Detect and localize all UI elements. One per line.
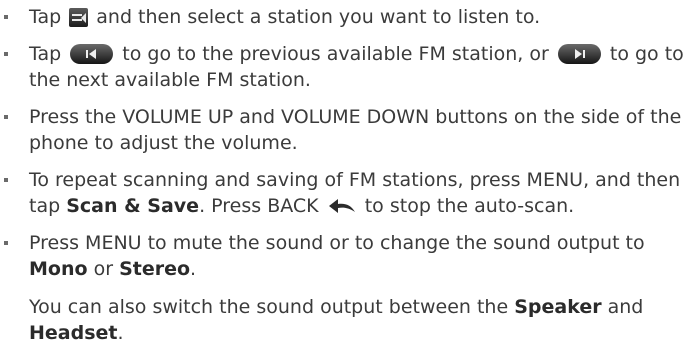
step-text-end: to stop the auto-scan. xyxy=(364,195,575,217)
step-text: Tap to go to the previous available FM s… xyxy=(29,41,690,93)
step-text-end: and then select a station you want to li… xyxy=(96,6,541,28)
bullet xyxy=(4,15,8,19)
extra-text-start: You can also switch the sound output bet… xyxy=(29,296,509,318)
step-text-or: or xyxy=(93,258,114,280)
list-item-sound-output: Press MENU to mute the sound or to chang… xyxy=(0,230,690,346)
list-item-scan-save: To repeat scanning and saving of FM stat… xyxy=(0,167,690,219)
back-arrow-icon xyxy=(327,196,357,216)
step-text-middle: to go to the previous available FM stati… xyxy=(122,43,549,65)
menu-button-icon xyxy=(69,8,89,27)
previous-station-icon xyxy=(70,44,114,64)
step-text: Press the VOLUME UP and VOLUME DOWN butt… xyxy=(29,106,682,154)
bullet xyxy=(4,178,8,182)
step-text-start: Tap xyxy=(29,43,62,65)
step-text-start: Tap xyxy=(29,6,62,28)
scan-save-term: Scan & Save xyxy=(66,195,200,217)
instruction-list: Tap and then select a station you want t… xyxy=(0,4,690,357)
speaker-term: Speaker xyxy=(514,296,602,318)
list-item-volume: Press the VOLUME UP and VOLUME DOWN butt… xyxy=(0,104,690,156)
step-text: Press MENU to mute the sound or to chang… xyxy=(29,230,690,282)
mono-term: Mono xyxy=(29,258,88,280)
bullet xyxy=(4,241,8,245)
step-extra-text: You can also switch the sound output bet… xyxy=(29,294,690,346)
step-text: To repeat scanning and saving of FM stat… xyxy=(29,167,690,219)
bullet xyxy=(4,115,8,119)
list-item-select-station: Tap and then select a station you want t… xyxy=(0,4,690,30)
headset-term: Headset xyxy=(29,322,118,344)
bullet xyxy=(4,52,8,56)
stereo-term: Stereo xyxy=(119,258,191,280)
next-station-icon xyxy=(557,44,601,64)
extra-text-and: and xyxy=(607,296,644,318)
extra-text-period: . xyxy=(117,322,124,344)
step-text-start: Press MENU to mute the sound or to chang… xyxy=(29,232,645,254)
step-text-period: . xyxy=(190,258,197,280)
list-item-previous-next: Tap to go to the previous available FM s… xyxy=(0,41,690,93)
step-text: Tap and then select a station you want t… xyxy=(29,4,690,30)
step-text-middle: . Press BACK xyxy=(199,195,319,217)
instruction-page: Tap and then select a station you want t… xyxy=(0,0,696,344)
